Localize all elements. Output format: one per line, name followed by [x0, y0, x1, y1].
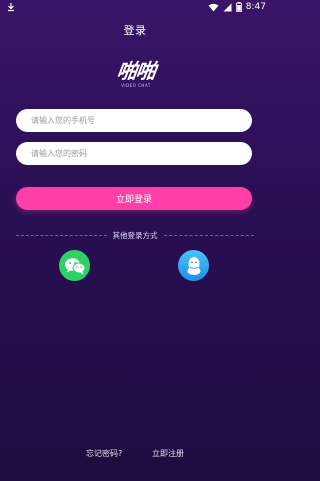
- other-login-divider: 其他登录方式: [16, 228, 254, 242]
- divider-line-right: [163, 234, 254, 236]
- app-logo: 啪啪 VIDEO CHAT: [106, 59, 166, 94]
- logo-text: 啪啪: [115, 59, 157, 83]
- login-button[interactable]: 立即登录: [16, 187, 252, 210]
- password-placeholder: 请输入您的密码: [31, 149, 87, 158]
- qq-login-button[interactable]: [178, 250, 209, 281]
- phone-placeholder: 请输入您的手机号: [31, 116, 95, 125]
- forgot-password-link[interactable]: 忘记密码?: [86, 448, 122, 459]
- status-time: 8:47: [245, 2, 266, 12]
- logo-subtext: VIDEO CHAT: [121, 83, 151, 88]
- wifi-icon: [208, 3, 219, 11]
- status-bar: 8:47: [0, 0, 270, 14]
- wechat-icon: [64, 257, 85, 274]
- download-icon: [8, 3, 14, 12]
- phone-input[interactable]: 请输入您的手机号: [16, 109, 252, 132]
- signal-icon: [223, 3, 232, 11]
- status-icons: 8:47: [208, 1, 266, 13]
- divider-line-left: [16, 234, 107, 236]
- battery-icon: [235, 2, 242, 12]
- register-link[interactable]: 立即注册: [152, 448, 184, 459]
- page-title: 登录: [123, 24, 147, 37]
- other-login-label: 其他登录方式: [112, 230, 158, 240]
- login-button-label: 立即登录: [115, 195, 152, 205]
- qq-icon: [187, 256, 200, 275]
- password-input[interactable]: 请输入您的密码: [16, 142, 252, 165]
- wechat-login-button[interactable]: [59, 250, 90, 281]
